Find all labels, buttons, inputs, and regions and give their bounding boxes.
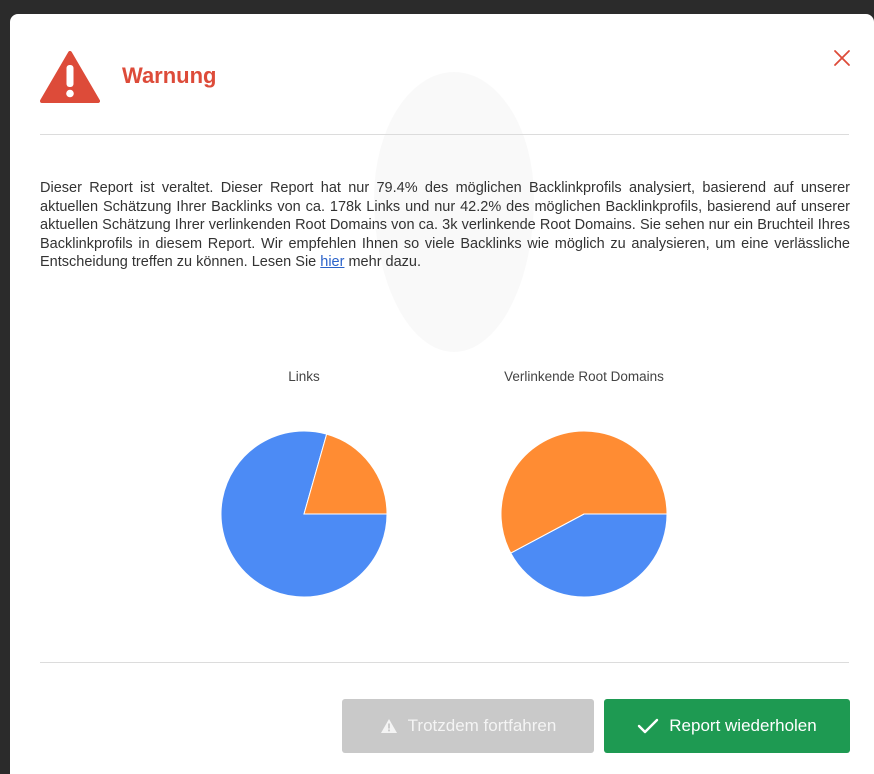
message-text: Dieser Report ist veraltet. Dieser Repor… — [40, 180, 850, 270]
warning-dialog: Warnung Dieser Report ist veraltet. Dies… — [10, 14, 874, 774]
root-domains-pie — [500, 430, 668, 598]
dialog-title: Warnung — [122, 63, 217, 88]
repeat-report-button[interactable]: Report wiederholen — [604, 699, 850, 753]
continue-label: Trotzdem fortfahren — [407, 716, 557, 735]
chart-title: Links — [288, 369, 320, 384]
warning-triangle-icon — [40, 51, 100, 103]
root-domains-chart: Verlinkende Root Domains — [464, 369, 704, 599]
chart-title: Verlinkende Root Domains — [504, 369, 664, 384]
read-more-link[interactable]: hier — [320, 254, 344, 270]
warning-message: Dieser Report ist veraltet. Dieser Repor… — [40, 179, 850, 272]
footer-divider — [40, 662, 849, 663]
links-chart: Links — [184, 369, 424, 599]
close-icon[interactable] — [830, 46, 854, 70]
links-pie — [220, 430, 388, 598]
message-text-end: mehr dazu. — [344, 254, 422, 270]
continue-anyway-button[interactable]: Trotzdem fortfahren — [342, 699, 594, 753]
dialog-header: Warnung — [10, 14, 874, 134]
header-divider — [40, 134, 849, 135]
check-icon — [637, 717, 659, 735]
repeat-label: Report wiederholen — [669, 716, 817, 735]
warning-icon — [380, 718, 398, 734]
